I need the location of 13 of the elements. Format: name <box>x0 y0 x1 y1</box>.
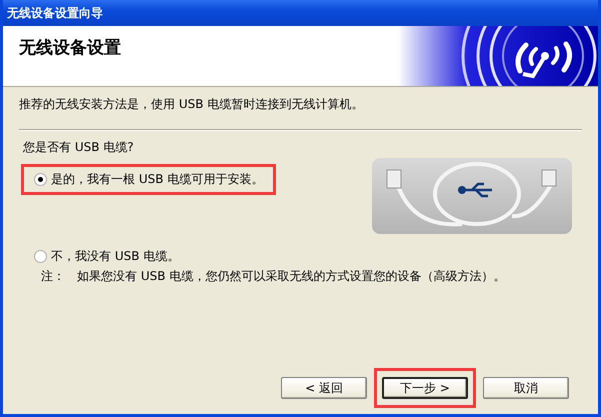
radio-option[interactable]: 不，我没有 USB 电缆。 <box>34 248 180 265</box>
note-text: 如果您没有 USB 电缆，您仍然可以采取无线的方式设置您的设备（高级方法）。 <box>77 268 506 285</box>
note-label: 注： <box>41 268 65 285</box>
header-title: 无线设备设置 <box>19 37 121 59</box>
wizard-button[interactable]: 取消 <box>483 377 569 399</box>
radio-circle[interactable] <box>34 250 47 263</box>
wizard-button[interactable]: < 返回 <box>281 377 367 399</box>
radio-circle[interactable] <box>34 173 47 186</box>
intro-text: 推荐的无线安装方法是，使用 USB 电缆暂时连接到无线计算机。 <box>19 96 364 113</box>
question-text: 您是否有 USB 电缆? <box>23 139 135 156</box>
window-title: 无线设备设置向导 <box>7 4 103 22</box>
radio-option[interactable]: 是的，我有一根 USB 电缆可用于安装。 <box>34 171 264 188</box>
wizard-button[interactable]: 下一步 > <box>382 377 468 399</box>
